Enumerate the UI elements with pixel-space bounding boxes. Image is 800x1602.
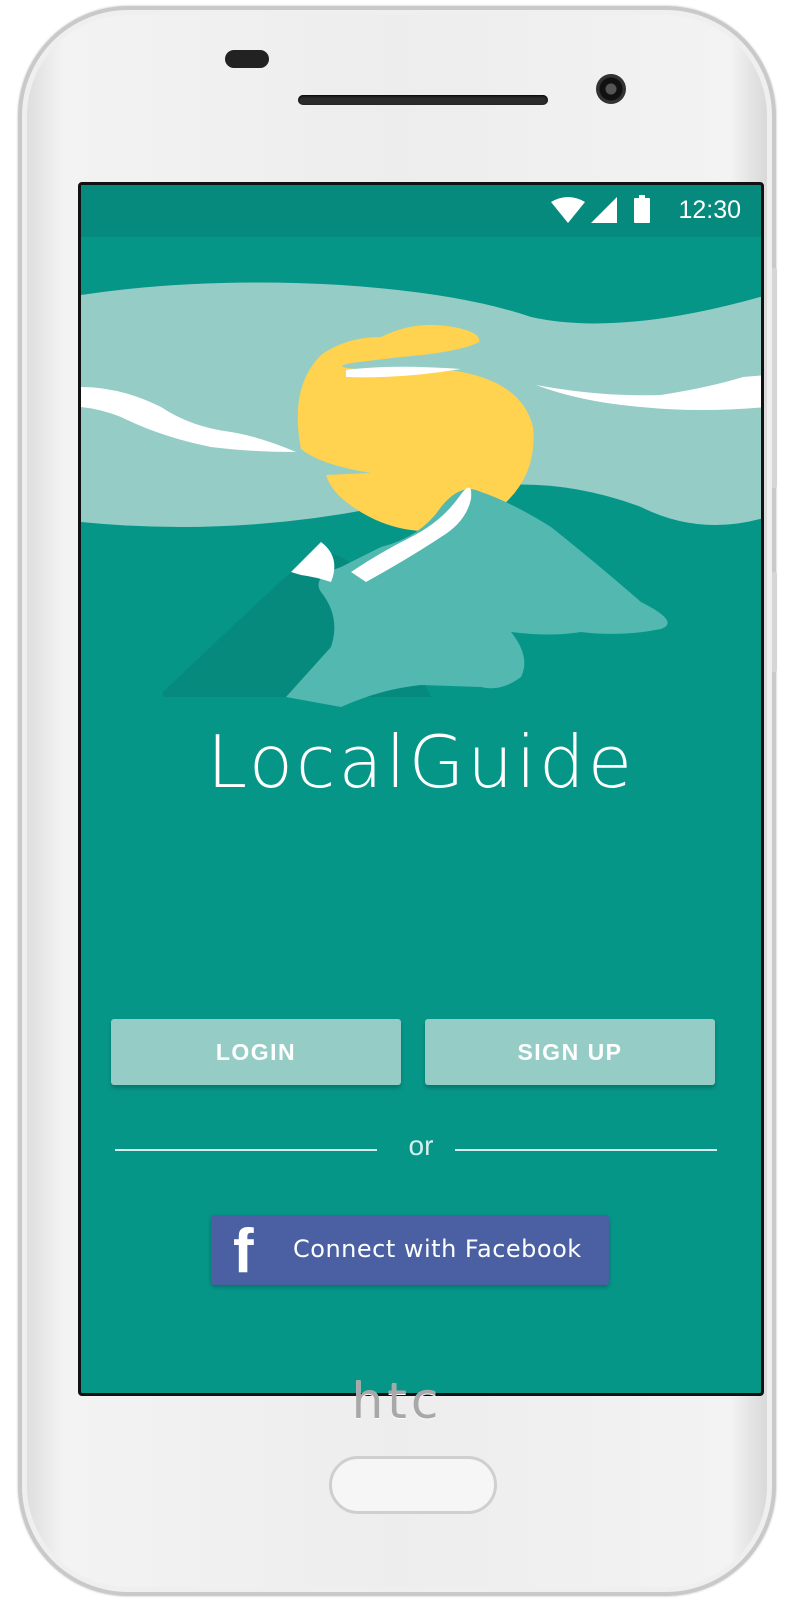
app-title: LocalGuide	[206, 720, 636, 804]
facebook-button-label: Connect with Facebook	[293, 1235, 582, 1263]
status-bar: 12:30	[81, 185, 761, 237]
power-button	[772, 572, 777, 672]
hero-illustration	[81, 282, 761, 707]
signal-icon	[591, 197, 617, 223]
login-button[interactable]: LOGIN	[111, 1019, 401, 1085]
battery-icon	[634, 195, 650, 223]
front-sensor	[225, 50, 269, 68]
signup-button[interactable]: SIGN UP	[425, 1019, 715, 1085]
status-time: 12:30	[678, 196, 741, 224]
or-separator: or	[408, 1130, 434, 1161]
earpiece-speaker	[298, 95, 548, 105]
wifi-icon	[551, 197, 585, 223]
divider-right	[455, 1149, 717, 1151]
screen: 12:30 LocalGuide LOGIN SIGN UP or f Conn…	[78, 182, 764, 1396]
brand-logo: htc	[351, 1372, 443, 1430]
mountain-light	[286, 489, 668, 707]
volume-button	[772, 268, 777, 488]
home-button[interactable]	[329, 1456, 497, 1514]
phone-frame: 12:30 LocalGuide LOGIN SIGN UP or f Conn…	[18, 6, 777, 1596]
front-camera	[596, 74, 626, 104]
facebook-connect-button[interactable]: f Connect with Facebook	[211, 1215, 609, 1285]
facebook-icon: f	[233, 1217, 254, 1286]
